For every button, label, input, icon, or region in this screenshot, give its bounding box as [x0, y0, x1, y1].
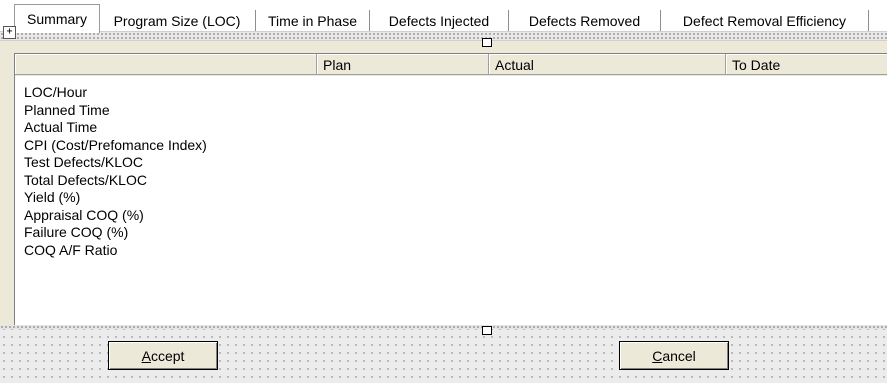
cancel-button[interactable]: Cancel: [619, 341, 729, 370]
tab-defect-removal-efficiency[interactable]: Defect Removal Efficiency: [661, 10, 869, 32]
accept-button[interactable]: Accept: [108, 341, 218, 370]
grid-row-label: COQ A/F Ratio: [24, 241, 118, 258]
grid-header-to-date[interactable]: To Date: [726, 54, 887, 75]
grid-row-label: Failure COQ (%): [24, 224, 129, 240]
grid-row-label: Test Defects/KLOC: [24, 154, 144, 170]
resize-handle-bottom[interactable]: [482, 326, 492, 335]
tab-defects-removed[interactable]: Defects Removed: [509, 10, 661, 32]
cancel-accelerator: C: [652, 348, 663, 364]
grid-row-label: Total Defects/KLOC: [24, 171, 147, 188]
grid-row-label: CPI (Cost/Prefomance Index): [24, 136, 207, 153]
cancel-label: ancel: [662, 348, 696, 364]
grid-header-plan[interactable]: Plan: [317, 54, 489, 75]
move-handle-icon[interactable]: +: [3, 26, 16, 39]
grid-row-label: Actual Time: [24, 119, 98, 135]
grid-header-actual[interactable]: Actual: [489, 54, 726, 75]
grid-row-label: Yield (%): [24, 189, 81, 205]
resize-handle-top[interactable]: [482, 38, 492, 47]
tab-defects-injected[interactable]: Defects Injected: [370, 10, 509, 32]
grid-header: Plan Actual To Date: [15, 54, 887, 76]
grid-row-label: Appraisal COQ (%): [24, 206, 144, 223]
grid-rows: LOC/Hour Planned Time Actual Time CPI (C…: [24, 84, 207, 259]
grid-row-label: LOC/Hour: [24, 84, 88, 100]
grid-header-blank[interactable]: [15, 54, 317, 75]
tab-program-size[interactable]: Program Size (LOC): [99, 10, 256, 32]
tab-summary[interactable]: Summary: [14, 4, 100, 33]
accept-accelerator: A: [141, 348, 151, 364]
designer-divider-top: [0, 31, 887, 41]
summary-grid: Plan Actual To Date LOC/Hour Planned Tim…: [14, 53, 887, 326]
grid-row-label: Planned Time: [24, 101, 110, 118]
tab-strip: Summary Program Size (LOC) Time in Phase…: [0, 0, 887, 34]
designer-divider-bottom: [0, 325, 887, 329]
accept-label: ccept: [150, 348, 185, 364]
tab-time-in-phase[interactable]: Time in Phase: [256, 10, 370, 32]
